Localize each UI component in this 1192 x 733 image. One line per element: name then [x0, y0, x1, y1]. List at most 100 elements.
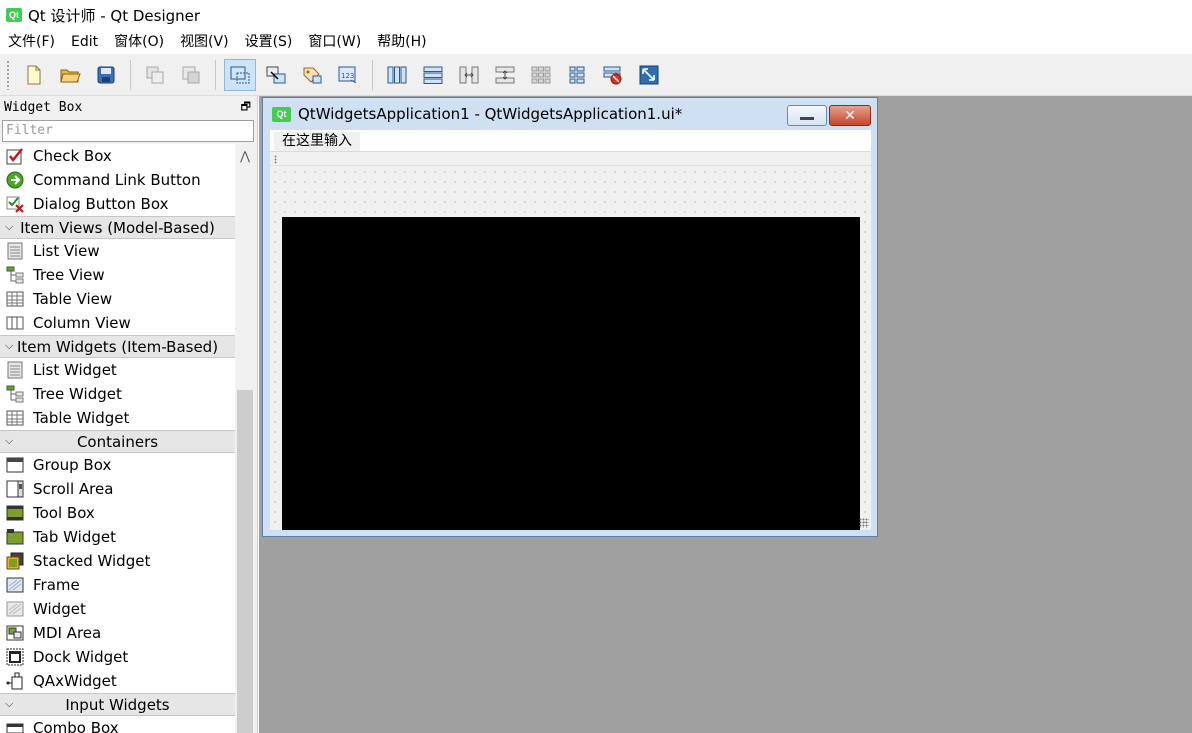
black-widget[interactable] [282, 217, 860, 530]
scrollbar-thumb[interactable] [237, 390, 253, 733]
widget-list-item[interactable]: Group Box [0, 453, 235, 477]
minimize-button[interactable] [787, 105, 827, 126]
widget-category-header[interactable]: ⌵ Input Widgets [0, 693, 235, 716]
widget-list-scrollbar[interactable]: ⋀ [235, 144, 255, 733]
app-title: Qt 设计师 - Qt Designer [28, 6, 201, 25]
paste-button[interactable] [175, 59, 207, 91]
widget-item-label: Widget [33, 600, 86, 618]
widget-list-item[interactable]: Stacked Widget [0, 549, 235, 573]
widget-item-label: Tree Widget [33, 385, 122, 403]
widget-box-title-bar[interactable]: Widget Box 🗗 [0, 96, 257, 118]
widget-list-item[interactable]: Frame [0, 573, 235, 597]
widget-list-item[interactable]: Tree View [0, 263, 235, 287]
widget-list-item[interactable]: Widget [0, 597, 235, 621]
layout-grid-icon [531, 66, 551, 83]
widget-category-header[interactable]: ⌵ Item Views (Model-Based) [0, 216, 235, 239]
menu-view[interactable]: 视图(V) [172, 30, 237, 54]
chevron-down-icon[interactable]: ⌵ [5, 339, 13, 353]
adjust-size-icon [639, 65, 659, 84]
widget-list-item[interactable]: List View [0, 239, 235, 263]
menu-help[interactable]: 帮助(H) [369, 30, 434, 54]
widget-list-item[interactable]: Dialog Button Box [0, 192, 235, 216]
widget-list-item[interactable]: Dock Widget [0, 645, 235, 669]
layout-form-icon [569, 66, 585, 83]
chevron-down-icon[interactable]: ⌵ [5, 697, 13, 711]
widget-list-item[interactable]: QAxWidget [0, 669, 235, 693]
widget-list-item[interactable]: Tool Box [0, 501, 235, 525]
widget-item-label: Tree View [33, 266, 105, 284]
break-layout-icon [603, 66, 622, 84]
open-folder-icon [60, 69, 81, 82]
form-title-bar[interactable]: Qt QtWidgetsApplication1 - QtWidgetsAppl… [263, 98, 877, 130]
layout-v-splitter-button[interactable] [489, 59, 521, 91]
save-file-button[interactable] [90, 59, 122, 91]
widget-list-item[interactable]: Table View [0, 287, 235, 311]
menu-form[interactable]: 窗体(O) [106, 30, 172, 54]
size-grip[interactable] [859, 518, 869, 528]
layout-grid-button[interactable] [525, 59, 557, 91]
layout-h-splitter-button[interactable] [453, 59, 485, 91]
tool-box-icon [5, 503, 25, 523]
widget-filter-input[interactable]: Filter [2, 120, 254, 142]
list-widget-icon [5, 360, 25, 380]
widget-category-header[interactable]: ⌵ Containers [0, 430, 235, 453]
widget-item-label: Dialog Button Box [33, 195, 169, 213]
command-link-icon [5, 170, 25, 190]
new-file-button[interactable] [18, 59, 50, 91]
combo-box-icon [5, 718, 25, 733]
widget-list-item[interactable]: Scroll Area [0, 477, 235, 501]
widget-list-item[interactable]: Tab Widget [0, 525, 235, 549]
menu-window[interactable]: 窗口(W) [300, 30, 369, 54]
widget-item-label: Tab Widget [33, 528, 116, 546]
group-box-icon [5, 455, 25, 475]
widget-item-label: Stacked Widget [33, 552, 151, 570]
widget-list-item[interactable]: Command Link Button [0, 168, 235, 192]
edit-widgets-icon [230, 66, 250, 83]
layout-horizontal-button[interactable] [381, 59, 413, 91]
toolbar-grip[interactable] [274, 155, 277, 164]
adjust-size-button[interactable] [633, 59, 665, 91]
category-label: Containers [76, 432, 159, 451]
widget-list-item[interactable]: Table Widget [0, 406, 235, 430]
widget-list-item[interactable]: Combo Box [0, 716, 235, 733]
copy-icon [146, 66, 164, 83]
chevron-down-icon[interactable]: ⌵ [5, 220, 13, 234]
toolbar-grip[interactable] [6, 59, 10, 90]
layout-horizontal-icon [387, 66, 407, 83]
qt-logo-icon: Qt [272, 106, 291, 122]
app-title-bar: Qt Qt 设计师 - Qt Designer [0, 0, 1192, 30]
layout-form-button[interactable] [561, 59, 593, 91]
edit-signals-slots-icon [266, 66, 286, 83]
widget-item-label: Frame [33, 576, 80, 594]
scroll-area-icon [5, 479, 25, 499]
menu-file[interactable]: 文件(F) [0, 30, 63, 54]
menu-edit[interactable]: Edit [63, 30, 106, 54]
dock-float-icon[interactable]: 🗗 [241, 98, 251, 117]
widget-list-item[interactable]: MDI Area [0, 621, 235, 645]
widget-list-item[interactable]: Tree Widget [0, 382, 235, 406]
form-window[interactable]: Qt QtWidgetsApplication1 - QtWidgetsAppl… [262, 97, 878, 537]
edit-widgets-button[interactable] [224, 58, 256, 91]
open-file-button[interactable] [54, 59, 86, 91]
break-layout-button[interactable] [597, 59, 629, 91]
edit-buddies-button[interactable] [296, 59, 328, 91]
category-label: Item Widgets (Item-Based) [16, 337, 219, 356]
widget-list-item[interactable]: Check Box [0, 144, 235, 168]
copy-button[interactable] [139, 59, 171, 91]
edit-signals-slots-button[interactable] [260, 59, 292, 91]
widget-category-header[interactable]: ⌵ Item Widgets (Item-Based) [0, 335, 235, 358]
scroll-up-icon[interactable]: ⋀ [235, 146, 255, 166]
layout-vertical-button[interactable] [417, 59, 449, 91]
menu-settings[interactable]: 设置(S) [237, 30, 301, 54]
chevron-down-icon[interactable]: ⌵ [5, 434, 13, 448]
widget-list-item[interactable]: List Widget [0, 358, 235, 382]
stacked-widget-icon [5, 551, 25, 571]
form-title: QtWidgetsApplication1 - QtWidgetsApplica… [298, 105, 683, 123]
widget-list-item[interactable]: Column View [0, 311, 235, 335]
widget-item-label: Dock Widget [33, 648, 129, 666]
type-here-menu-item[interactable]: 在这里输入 [274, 132, 360, 151]
close-button[interactable]: ✕ [829, 105, 871, 126]
minimize-icon [800, 117, 814, 120]
central-widget-grid[interactable] [270, 167, 871, 530]
edit-tab-order-button[interactable]: 123 [332, 59, 364, 91]
